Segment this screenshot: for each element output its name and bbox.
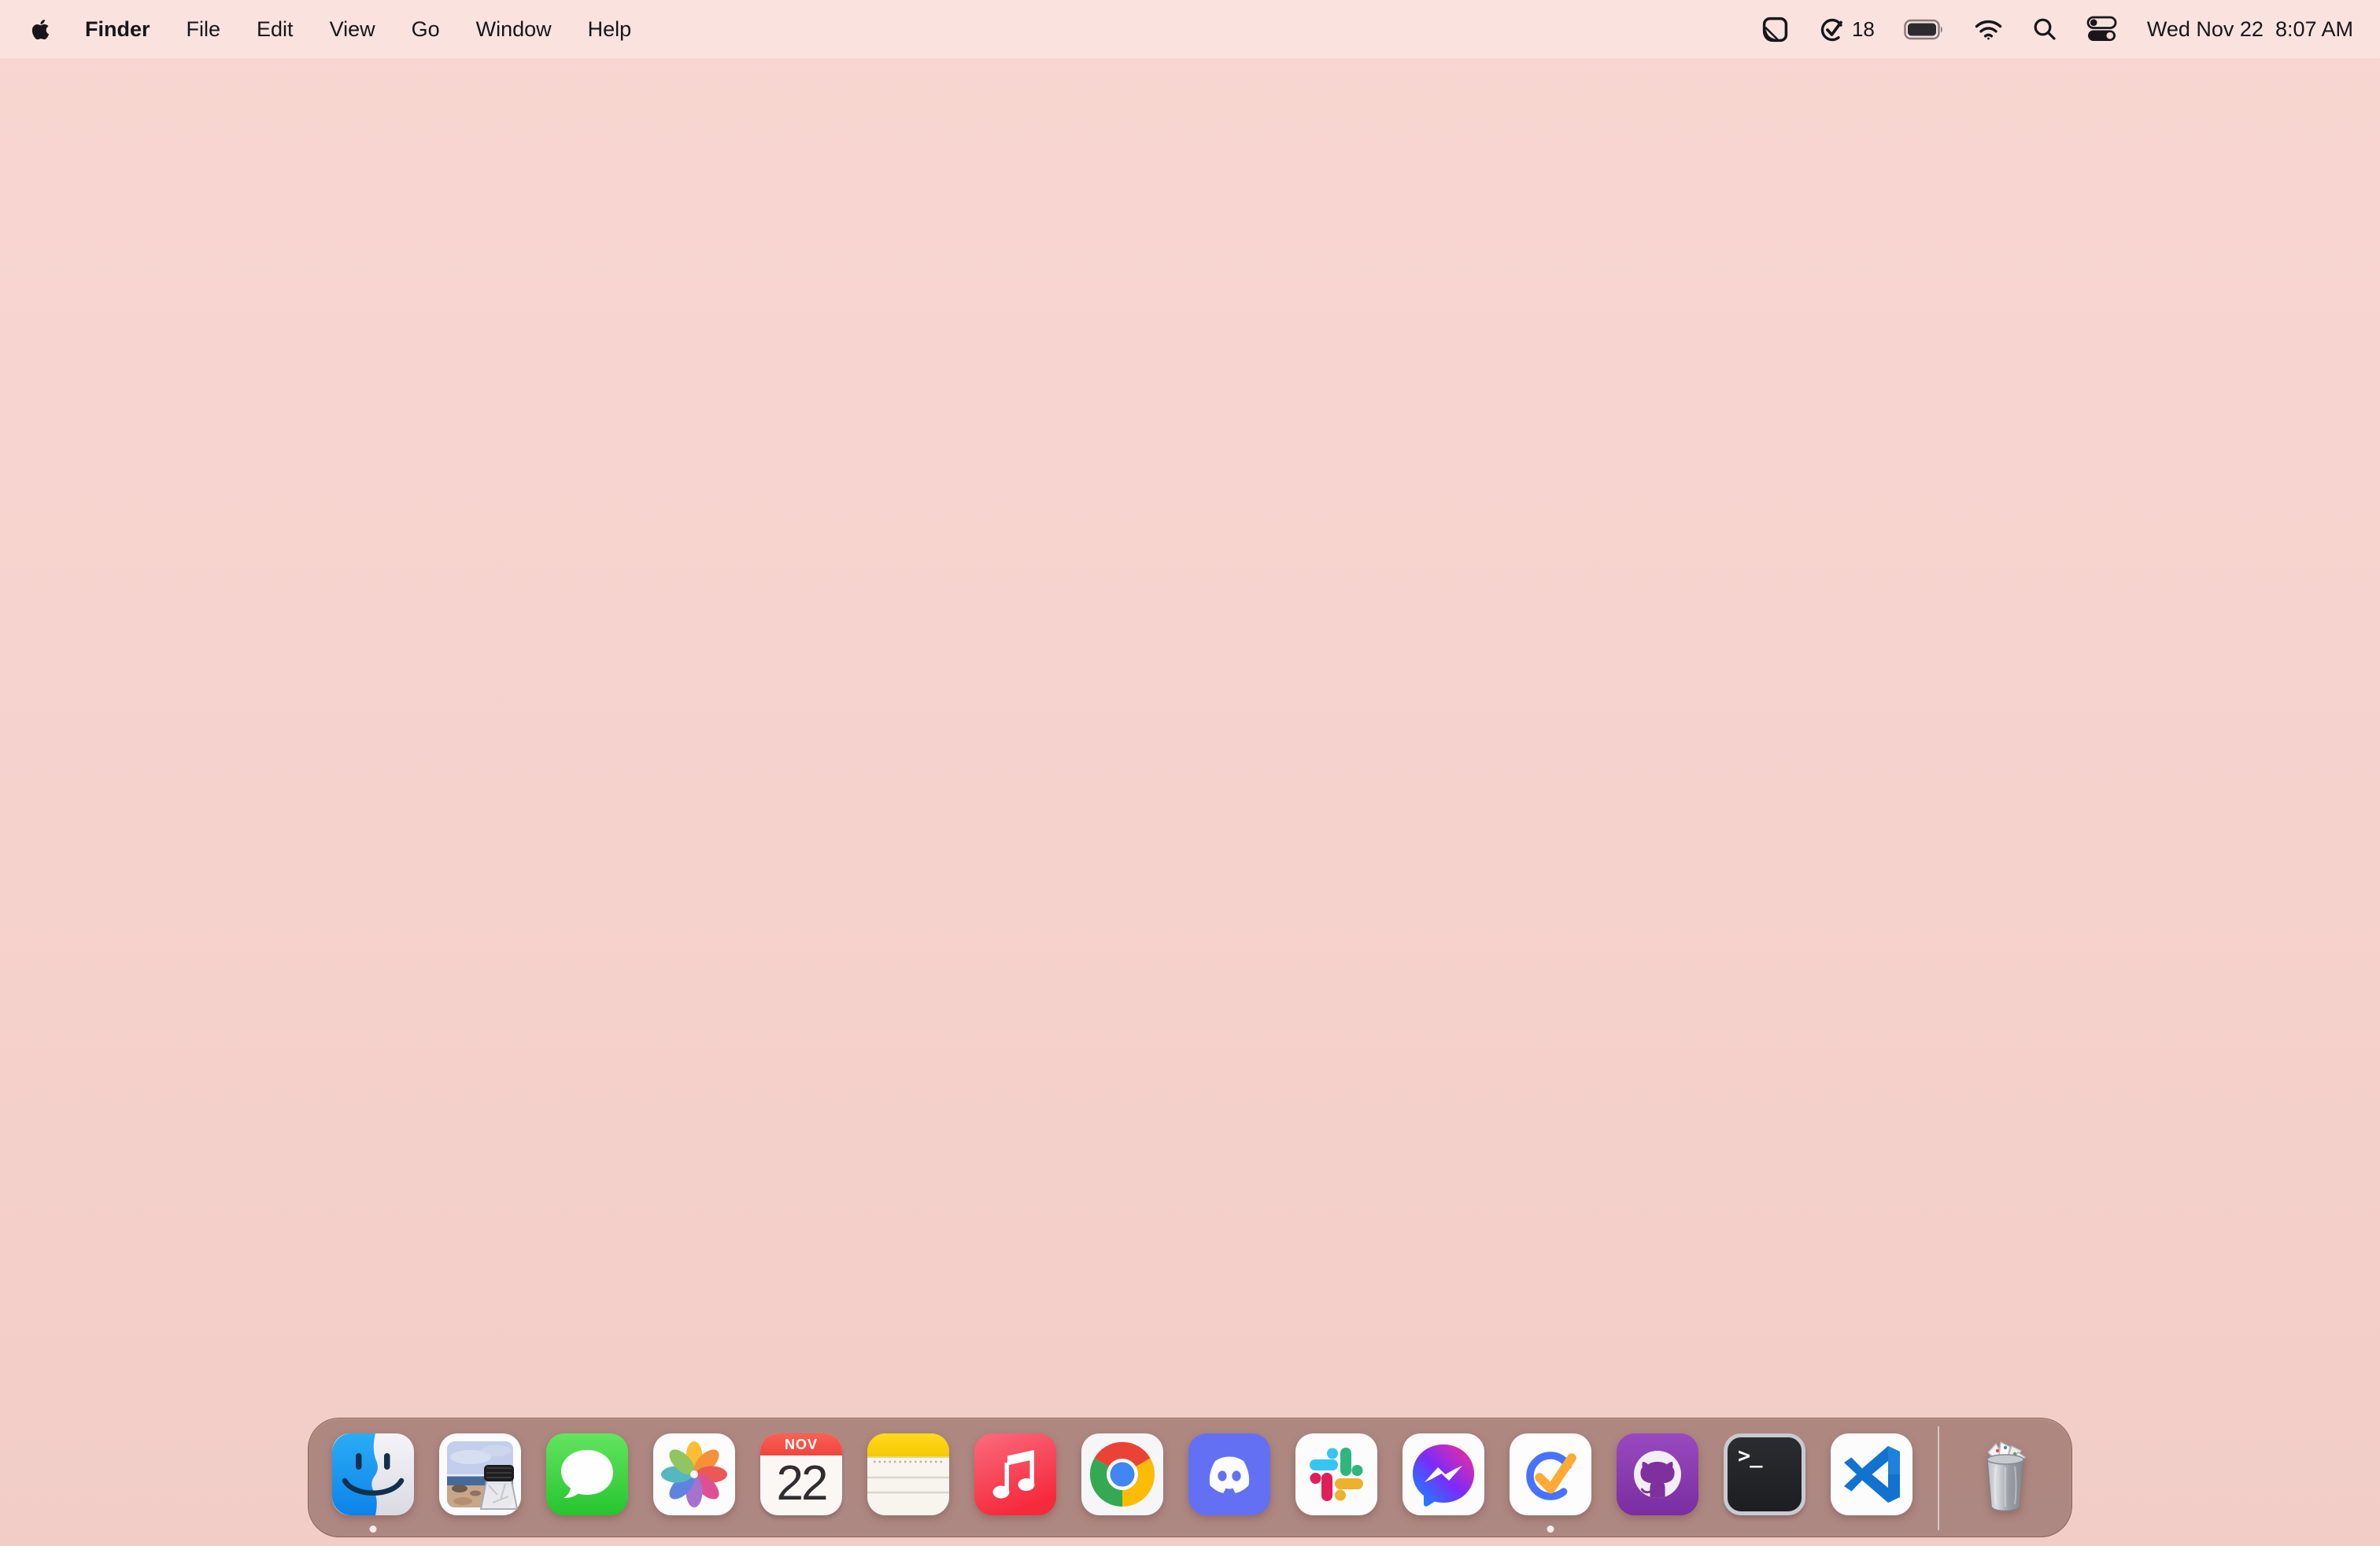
terminal-prompt: >_ xyxy=(1738,1444,1763,1468)
finder-icon xyxy=(332,1433,414,1515)
messenger-icon xyxy=(1402,1433,1484,1515)
wifi-icon xyxy=(1975,20,2002,39)
dock-item-vscode[interactable] xyxy=(1831,1433,1913,1515)
apple-menu[interactable] xyxy=(27,18,67,41)
dock-item-calendar[interactable]: NOV 22 xyxy=(760,1433,842,1515)
music-icon xyxy=(974,1433,1056,1515)
menu-window[interactable]: Window xyxy=(458,17,570,42)
battery-status[interactable] xyxy=(1904,19,1945,40)
preview-icon xyxy=(439,1433,521,1515)
dock-item-notes[interactable] xyxy=(867,1433,949,1515)
menubar: Finder File Edit View Go Window Help 18 xyxy=(0,0,2380,58)
task-count: 18 xyxy=(1851,17,1875,41)
running-indicator xyxy=(1547,1526,1554,1533)
folded-note-icon xyxy=(1762,17,1788,42)
dock-item-discord[interactable] xyxy=(1188,1433,1270,1515)
chrome-icon xyxy=(1081,1433,1163,1515)
dock-item-messenger[interactable] xyxy=(1402,1433,1484,1515)
dock-item-github-desktop[interactable] xyxy=(1617,1433,1698,1515)
spotlight[interactable] xyxy=(2032,17,2057,42)
menubar-left: Finder File Edit View Go Window Help xyxy=(27,17,649,42)
photos-icon xyxy=(653,1433,735,1515)
menu-edit[interactable]: Edit xyxy=(238,17,312,42)
github-icon xyxy=(1617,1433,1698,1515)
task-check-icon xyxy=(1820,18,1844,42)
dock-item-trash[interactable] xyxy=(1964,1433,2046,1515)
control-center-icon xyxy=(2086,16,2117,41)
slack-icon xyxy=(1295,1433,1377,1515)
dock-item-slack[interactable] xyxy=(1295,1433,1377,1515)
menu-file[interactable]: File xyxy=(168,17,239,42)
calendar-day: 22 xyxy=(776,1456,829,1511)
battery-icon xyxy=(1904,19,1942,39)
dock-item-ticktick[interactable] xyxy=(1510,1433,1591,1533)
dock-item-chrome[interactable] xyxy=(1081,1433,1163,1515)
task-check-menu-extra[interactable]: 18 xyxy=(1818,15,1875,43)
desktop xyxy=(0,0,2380,1546)
apple-logo-icon xyxy=(31,19,50,39)
dock-item-preview[interactable] xyxy=(439,1433,521,1515)
dock: NOV 22 >_ xyxy=(308,1418,2072,1537)
menubar-status: 18 Wed Nov 22 8:07 AM xyxy=(1761,15,2353,43)
clock-time: 8:07 AM xyxy=(2275,17,2353,41)
menubar-clock[interactable]: Wed Nov 22 8:07 AM xyxy=(2147,17,2353,42)
ticktick-icon xyxy=(1510,1433,1591,1515)
menu-go[interactable]: Go xyxy=(394,17,458,42)
terminal-icon: >_ xyxy=(1724,1433,1805,1515)
dock-item-terminal[interactable]: >_ xyxy=(1724,1433,1805,1515)
dock-item-messages[interactable] xyxy=(546,1433,628,1515)
menu-help[interactable]: Help xyxy=(570,17,650,42)
dock-separator xyxy=(1938,1426,1939,1530)
notes-icon xyxy=(867,1433,949,1515)
dock-item-finder[interactable] xyxy=(332,1433,414,1533)
trash-full-icon xyxy=(1986,1441,2027,1512)
clock-date: Wed Nov 22 xyxy=(2146,17,2264,41)
calendar-icon: NOV 22 xyxy=(760,1433,842,1515)
calendar-month: NOV xyxy=(760,1433,842,1455)
dock-item-photos[interactable] xyxy=(653,1433,735,1515)
vscode-icon xyxy=(1831,1433,1913,1515)
running-indicator xyxy=(369,1526,377,1533)
spotlight-search-icon xyxy=(2034,18,2056,40)
messages-icon xyxy=(546,1433,628,1515)
control-center[interactable] xyxy=(2086,16,2118,43)
folded-note-menu-extra[interactable] xyxy=(1761,16,1789,43)
wifi-status[interactable] xyxy=(1974,18,2003,41)
discord-icon xyxy=(1188,1433,1270,1515)
menu-view[interactable]: View xyxy=(312,17,394,42)
dock-item-music[interactable] xyxy=(974,1433,1056,1515)
menu-finder[interactable]: Finder xyxy=(67,17,168,42)
